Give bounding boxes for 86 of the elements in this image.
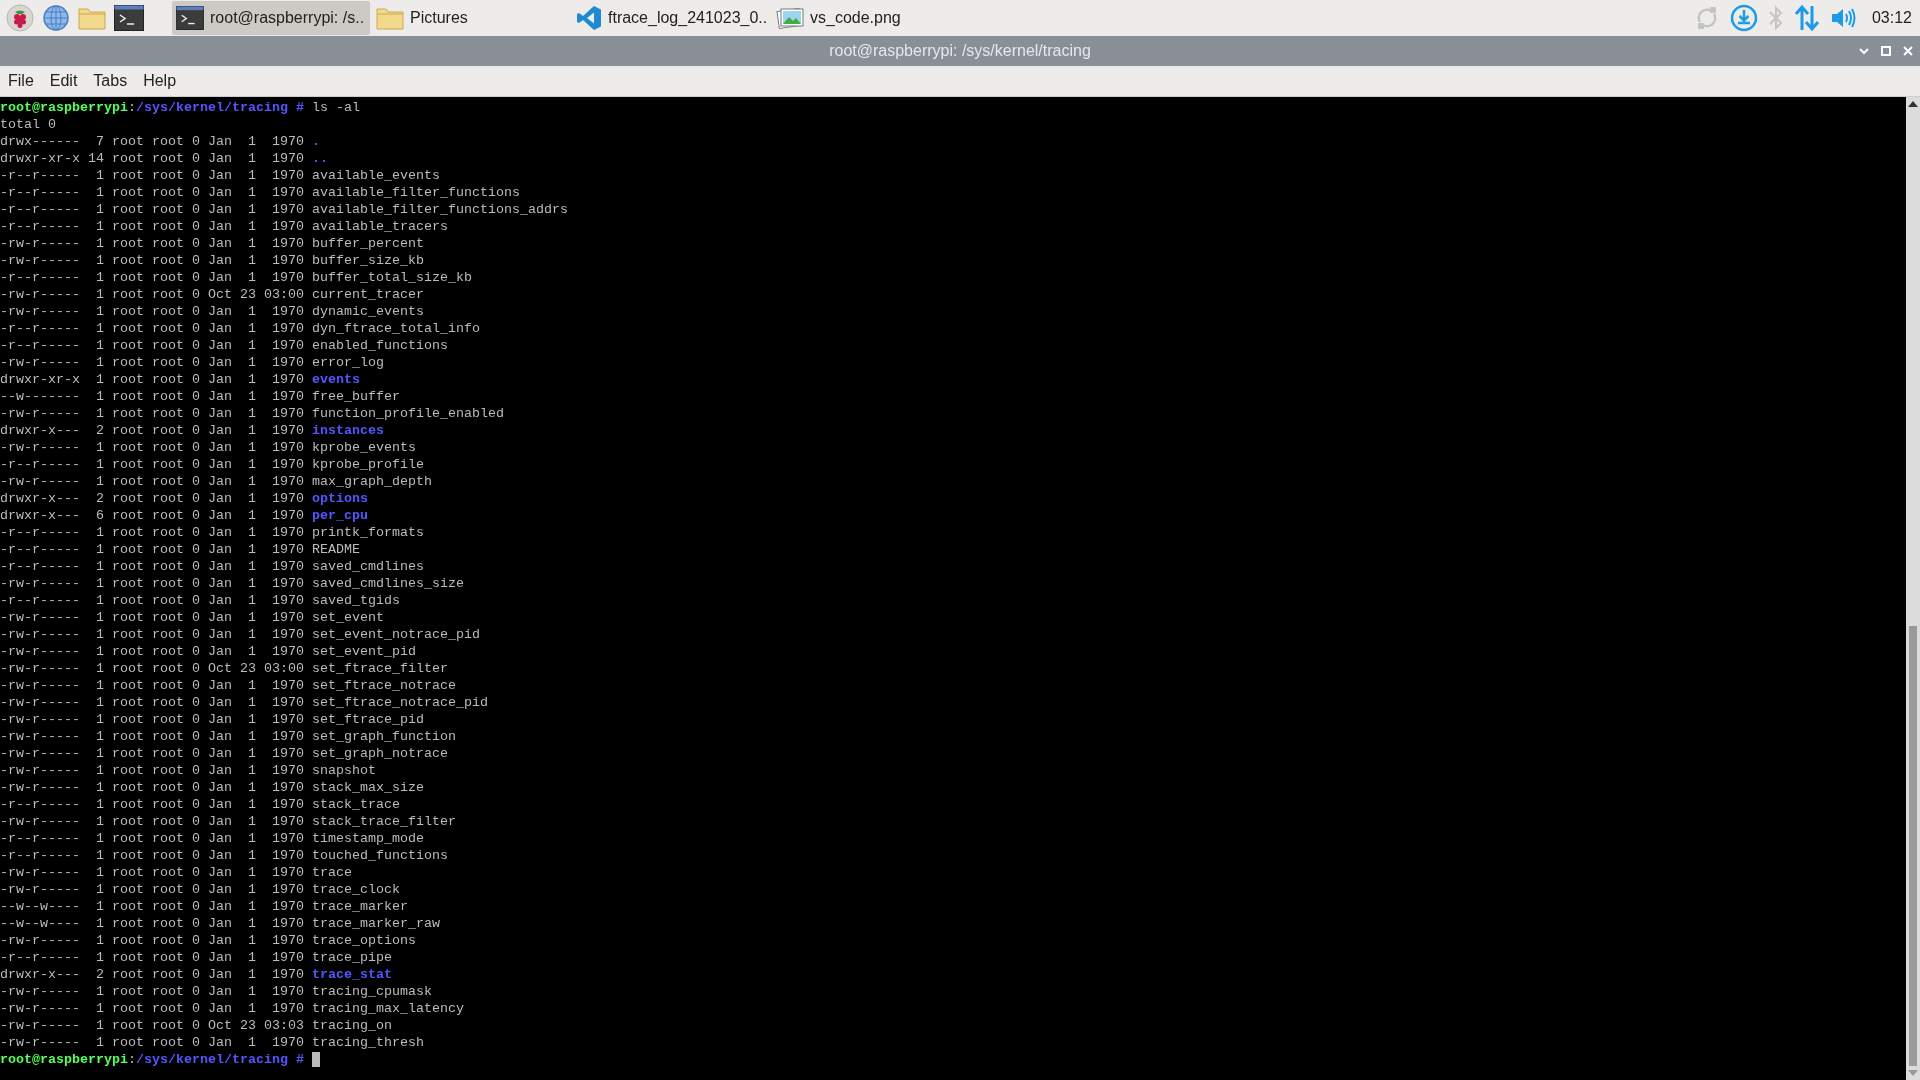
download-icon[interactable] [1729,4,1758,32]
menu-item[interactable]: File [8,72,34,90]
network-arrows-icon[interactable] [1793,4,1820,32]
terminal-line: drwx------ 7 root root 0 Jan 1 1970 . [0,133,320,150]
scrollbar[interactable] [1906,97,1920,1080]
taskbar-button[interactable]: root@raspberrypi: /s.. [172,1,370,35]
maximize-icon[interactable] [1880,45,1892,57]
terminal-line: -rw-r----- 1 root root 0 Oct 23 03:00 set_ftrace_filter [0,660,448,677]
terminal-line: -rw-r----- 1 root root 0 Jan 1 1970 trace_options [0,932,416,949]
terminal-line: -r--r----- 1 root root 0 Jan 1 1970 buffer_total_size_kb [0,269,472,286]
terminal-line: -rw-r----- 1 root root 0 Jan 1 1970 set_graph_function [0,728,456,745]
terminal-line: -rw-r----- 1 root root 0 Jan 1 1970 max_graph_depth [0,473,432,490]
taskbar-button[interactable]: vs_code.png [772,1,970,35]
terminal-line: drwxr-xr-x 1 root root 0 Jan 1 1970 events [0,371,360,388]
terminal-line: -r--r----- 1 root root 0 Jan 1 1970 trace_pipe [0,949,392,966]
terminal-line: -r--r----- 1 root root 0 Jan 1 1970 kprobe_profile [0,456,424,473]
terminal-line: -r--r----- 1 root root 0 Jan 1 1970 saved_tgids [0,592,400,609]
terminal-line: -rw-r----- 1 root root 0 Jan 1 1970 trace [0,864,352,881]
terminal-line: -rw-r----- 1 root root 0 Jan 1 1970 tracing_max_latency [0,1000,464,1017]
volume-icon[interactable] [1829,6,1858,30]
terminal-line: -r--r----- 1 root root 0 Jan 1 1970 README [0,541,360,558]
menu-item[interactable]: Edit [49,72,78,90]
terminal-line: root@raspberrypi:/sys/kernel/tracing # ls -al [0,99,360,116]
terminal-line: -rw-r----- 1 root root 0 Jan 1 1970 set_ftrace_notrace_pid [0,694,488,711]
terminal-line: -rw-r----- 1 root root 0 Jan 1 1970 buffer_size_kb [0,252,424,269]
terminal-line: -r--r----- 1 root root 0 Jan 1 1970 available_events [0,167,440,184]
terminal-line: -r--r----- 1 root root 0 Jan 1 1970 saved_cmdlines [0,558,424,575]
terminal-line: -r--r----- 1 root root 0 Jan 1 1970 available_filter_functions [0,184,520,201]
menu-item[interactable]: Help [143,72,177,90]
terminal-line: -rw-r----- 1 root root 0 Jan 1 1970 set_graph_notrace [0,745,448,762]
terminal-line: -r--r----- 1 root root 0 Jan 1 1970 enabled_functions [0,337,448,354]
terminal-line: -rw-r----- 1 root root 0 Jan 1 1970 set_event_notrace_pid [0,626,480,643]
terminal-line: -r--r----- 1 root root 0 Jan 1 1970 stack_trace [0,796,400,813]
terminal-line: -rw-r----- 1 root root 0 Jan 1 1970 stack_trace_filter [0,813,456,830]
terminal-line: -r--r----- 1 root root 0 Jan 1 1970 printk_formats [0,524,424,541]
terminal-line: -rw-r----- 1 root root 0 Oct 23 03:03 tracing_on [0,1017,392,1034]
terminal-icon [176,6,204,30]
terminal-line: -rw-r----- 1 root root 0 Jan 1 1970 buffer_percent [0,235,424,252]
terminal-line: drwxr-xr-x 14 root root 0 Jan 1 1970 .. [0,150,328,167]
close-icon[interactable] [1902,45,1914,57]
terminal-line: -r--r----- 1 root root 0 Jan 1 1970 available_filter_functions_addrs [0,201,568,218]
terminal-line: --w--w---- 1 root root 0 Jan 1 1970 trace_marker [0,898,408,915]
taskbar-button[interactable]: ftrace_log_241023_0.. [572,1,770,35]
code-editor-logo-icon [576,5,602,31]
terminal-line: -rw-r----- 1 root root 0 Jan 1 1970 trace_clock [0,881,400,898]
terminal-line: -r--r----- 1 root root 0 Jan 1 1970 touched_functions [0,847,448,864]
terminal-line: drwxr-x--- 2 root root 0 Jan 1 1970 options [0,490,368,507]
scroll-down-arrow-icon[interactable] [1908,1070,1918,1076]
terminal-line: -rw-r----- 1 root root 0 Jan 1 1970 stack_max_size [0,779,424,796]
terminal-line: --w------- 1 root root 0 Jan 1 1970 free_buffer [0,388,400,405]
clock[interactable]: 03:12 [1871,9,1912,27]
terminal-line: -rw-r----- 1 root root 0 Jan 1 1970 set_ftrace_notrace [0,677,456,694]
terminal-line: -rw-r----- 1 root root 0 Jan 1 1970 error_log [0,354,384,371]
terminal-line: -rw-r----- 1 root root 0 Jan 1 1970 tracing_cpumask [0,983,432,1000]
terminal-line: -rw-r----- 1 root root 0 Jan 1 1970 tracing_thresh [0,1034,424,1051]
taskbar-button[interactable]: Pictures [372,1,570,35]
terminal-line: --w--w---- 1 root root 0 Jan 1 1970 trace_marker_raw [0,915,440,932]
scrollbar-thumb[interactable] [1909,626,1917,1066]
terminal-line: -rw-r----- 1 root root 0 Jan 1 1970 snapshot [0,762,376,779]
terminal-line: total 0 [0,116,56,133]
terminal-line: -r--r----- 1 root root 0 Jan 1 1970 dyn_ftrace_total_info [0,320,480,337]
terminal-line: -rw-r----- 1 root root 0 Jan 1 1970 kprobe_events [0,439,416,456]
folder-icon[interactable] [78,6,106,30]
minimize-chevron-icon[interactable] [1858,45,1870,57]
terminal-line: -rw-r----- 1 root root 0 Jan 1 1970 set_event_pid [0,643,416,660]
terminal-line: -r--r----- 1 root root 0 Jan 1 1970 timestamp_mode [0,830,424,847]
window-title: root@raspberrypi: /sys/kernel/tracing [829,42,1091,60]
terminal-line: drwxr-x--- 6 root root 0 Jan 1 1970 per_cpu [0,507,368,524]
terminal-line: -rw-r----- 1 root root 0 Jan 1 1970 set_event [0,609,384,626]
terminal-line: drwxr-x--- 2 root root 0 Jan 1 1970 instances [0,422,384,439]
image-file-icon [776,6,804,30]
terminal-line: -rw-r----- 1 root root 0 Oct 23 03:00 current_tracer [0,286,424,303]
terminal-line: drwxr-x--- 2 root root 0 Jan 1 1970 trace_stat [0,966,392,983]
folder-icon [376,6,404,30]
terminal-line: -rw-r----- 1 root root 0 Jan 1 1970 dynamic_events [0,303,424,320]
scroll-up-arrow-icon[interactable] [1908,101,1918,107]
globe-icon[interactable] [42,4,70,32]
raspberry-menu-icon[interactable] [6,4,34,32]
bluetooth-icon[interactable] [1767,5,1784,31]
terminal-line: -rw-r----- 1 root root 0 Jan 1 1970 saved_cmdlines_size [0,575,464,592]
terminal-line: -r--r----- 1 root root 0 Jan 1 1970 available_tracers [0,218,448,235]
terminal-line: -rw-r----- 1 root root 0 Jan 1 1970 function_profile_enabled [0,405,504,422]
terminal-icon[interactable] [114,5,144,31]
terminal-line: root@raspberrypi:/sys/kernel/tracing # [0,1051,304,1068]
menu-item[interactable]: Tabs [93,72,128,90]
terminal-line: -rw-r----- 1 root root 0 Jan 1 1970 set_ftrace_pid [0,711,424,728]
